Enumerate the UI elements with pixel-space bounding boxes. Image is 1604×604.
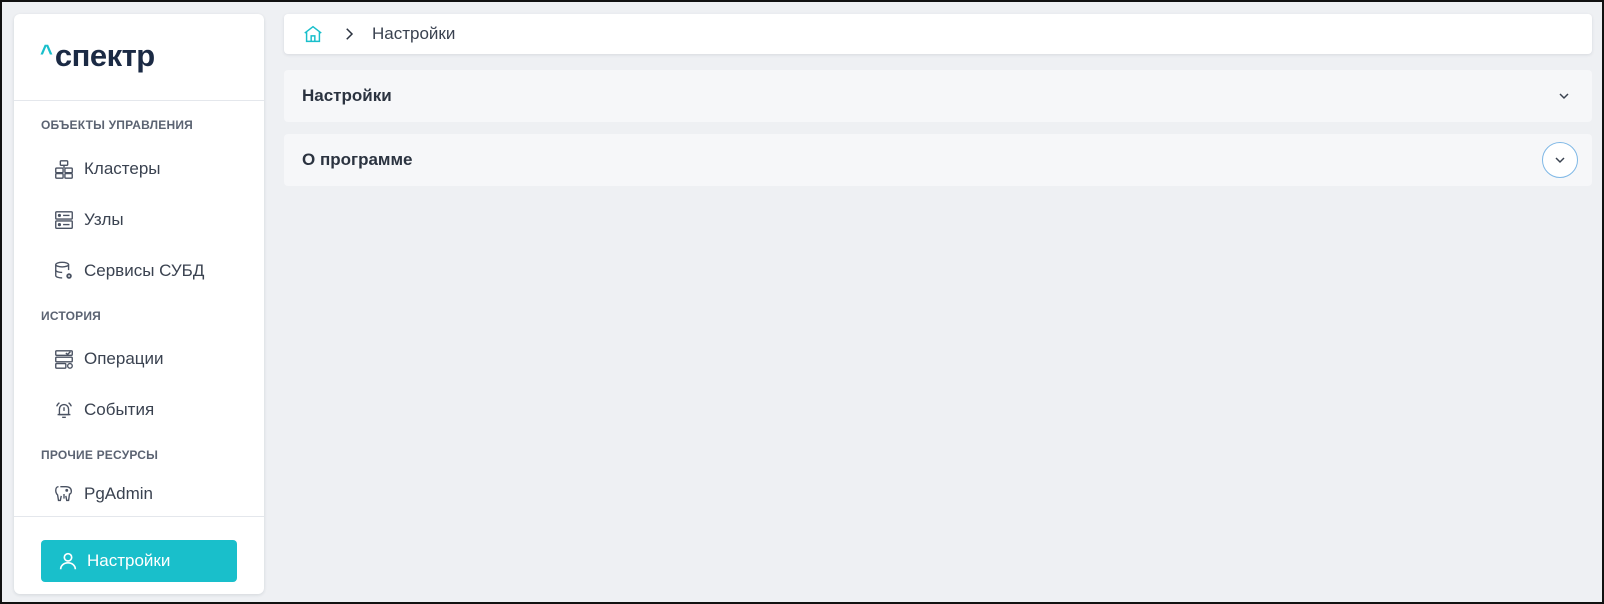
sidebar-item-label: Кластеры — [84, 159, 161, 178]
accordion-about[interactable]: О программе — [284, 134, 1592, 186]
chevron-right-icon — [340, 25, 358, 43]
sidebar-item-label: Узлы — [84, 210, 124, 229]
sidebar: ^ спектр ОБЪЕКТЫ УПРАВЛЕНИЯ Кластеры Узл… — [14, 14, 264, 594]
accordion-title: Настройки — [302, 86, 392, 105]
app-frame: ^ спектр ОБЪЕКТЫ УПРАВЛЕНИЯ Кластеры Узл… — [0, 0, 1604, 604]
sidebar-item-events[interactable]: События — [52, 395, 252, 425]
logo-caret: ^ — [40, 40, 53, 65]
sidebar-item-nodes[interactable]: Узлы — [52, 205, 252, 235]
sidebar-item-label: PgAdmin — [84, 484, 153, 503]
accordion-settings[interactable]: Настройки — [284, 70, 1592, 122]
settings-button[interactable]: Настройки — [41, 540, 237, 582]
section-title-other-resources: ПРОЧИЕ РЕСУРСЫ — [41, 448, 159, 462]
chevron-down-icon[interactable] — [1556, 88, 1572, 104]
breadcrumb-current: Настройки — [372, 24, 456, 43]
brand-logo[interactable]: ^ спектр — [40, 36, 155, 80]
database-gear-icon — [52, 259, 76, 283]
sidebar-item-label: Сервисы СУБД — [84, 261, 205, 280]
section-title-management: ОБЪЕКТЫ УПРАВЛЕНИЯ — [41, 118, 193, 132]
sidebar-item-operations[interactable]: Операции — [52, 344, 252, 374]
settings-button-label: Настройки — [87, 551, 171, 570]
sidebar-item-clusters[interactable]: Кластеры — [52, 154, 252, 184]
user-icon — [57, 550, 79, 572]
divider — [14, 516, 264, 517]
section-title-history: ИСТОРИЯ — [41, 309, 102, 323]
sidebar-item-dbms-services[interactable]: Сервисы СУБД — [52, 256, 252, 286]
alarm-bell-icon — [52, 398, 76, 422]
server-icon — [52, 208, 76, 232]
home-icon[interactable] — [302, 23, 324, 45]
sidebar-item-label: Операции — [84, 349, 164, 368]
accordion-title: О программе — [302, 150, 413, 169]
chevron-down-icon[interactable] — [1542, 142, 1578, 178]
sidebar-item-label: События — [84, 400, 155, 419]
elephant-icon — [52, 482, 76, 506]
sidebar-item-pgadmin[interactable]: PgAdmin — [52, 479, 252, 509]
divider — [14, 100, 264, 101]
logo-text: спектр — [54, 38, 155, 73]
cluster-icon — [52, 157, 76, 181]
breadcrumb: Настройки — [284, 14, 1592, 54]
operations-icon — [52, 347, 76, 371]
